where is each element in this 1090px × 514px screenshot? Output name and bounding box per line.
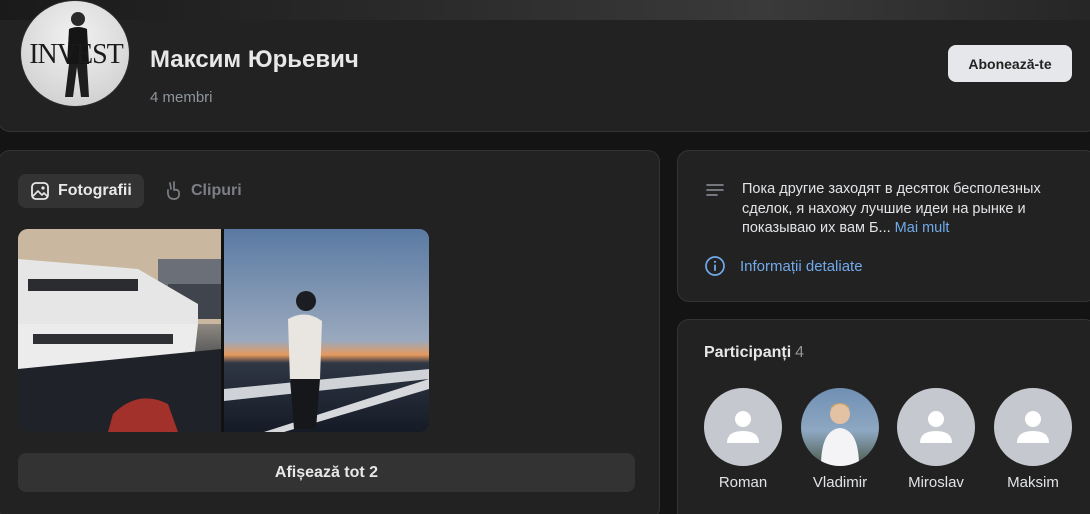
participants-title[interactable]: Participanți 4 [704, 344, 804, 362]
yacht-image [18, 229, 221, 432]
subscribe-button[interactable]: Abonează-te [948, 45, 1072, 82]
tab-photos[interactable]: Fotografii [18, 174, 144, 208]
photo-icon [31, 182, 49, 200]
top-cover-strip [0, 0, 1090, 20]
info-card: Пока другие заходят в десяток бесполезны… [677, 150, 1090, 302]
details-link[interactable]: Informații detaliate [704, 255, 863, 277]
photo-grid [18, 229, 429, 432]
participant-name: Maksim [1007, 474, 1059, 491]
avatar-logo-text: INVEST [29, 39, 124, 70]
avatar [704, 388, 782, 466]
tab-clips-label: Clipuri [191, 182, 242, 199]
group-header [0, 20, 1090, 132]
user-placeholder-icon [727, 411, 759, 443]
clips-icon [167, 181, 180, 200]
details-label: Informații detaliate [740, 257, 863, 275]
avatar [897, 388, 975, 466]
participant-roman[interactable]: Roman [698, 388, 788, 491]
show-all-button[interactable]: Afișează tot 2 [18, 453, 635, 492]
user-placeholder-icon [920, 411, 952, 443]
avatar [801, 388, 879, 466]
participant-miroslav[interactable]: Miroslav [891, 388, 981, 491]
description-text: Пока другие заходят в десяток бесполезны… [742, 181, 1041, 236]
members-count[interactable]: 4 membri [150, 89, 213, 106]
description-lines-icon [706, 184, 724, 196]
tab-clips[interactable]: Clipuri [151, 174, 254, 208]
group-name: Максим Юрьевич [150, 46, 359, 73]
user-placeholder-icon [1017, 411, 1049, 443]
participants-card: Participanți 4 Roman Vladimir Miroslav M… [677, 319, 1090, 514]
participant-name: Miroslav [908, 474, 964, 491]
info-icon [705, 256, 725, 276]
tab-photos-label: Fotografii [58, 182, 132, 199]
user-photo [821, 403, 859, 466]
group-avatar[interactable]: INVEST [20, 0, 130, 107]
sunset-image [224, 229, 429, 432]
participant-name: Vladimir [812, 474, 868, 491]
group-description: Пока другие заходят в десяток бесполезны… [742, 180, 1072, 239]
participants-title-text: Participanți [704, 344, 792, 361]
more-link[interactable]: Mai mult [895, 220, 950, 236]
photo-yacht[interactable] [18, 229, 221, 432]
participant-maksim[interactable]: Maksim [988, 388, 1078, 491]
participant-name: Roman [718, 474, 768, 491]
media-card: Fotografii Clipuri Afișează tot 2 [0, 150, 660, 514]
participants-count: 4 [795, 344, 805, 361]
photo-man-sunset[interactable] [224, 229, 429, 432]
avatar [994, 388, 1072, 466]
participant-vladimir[interactable]: Vladimir [795, 388, 885, 491]
